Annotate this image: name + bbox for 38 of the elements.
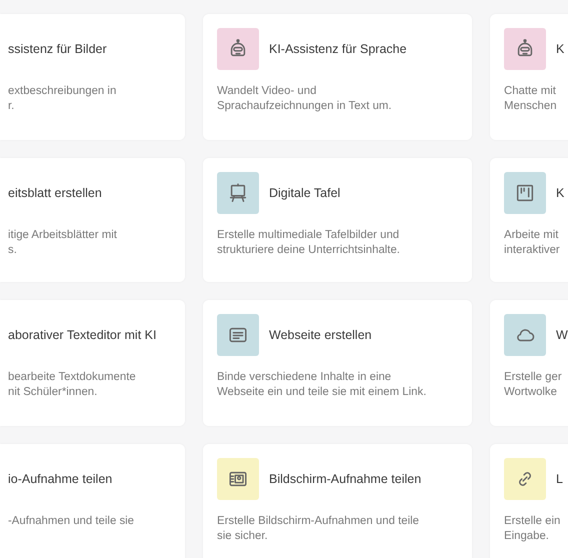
card-description: -Aufnahmen und teile sie: [8, 514, 136, 529]
tool-card[interactable]: W Erstelle ger Wortwolke: [490, 300, 568, 426]
card-description: Erstelle ein Eingabe.: [504, 514, 562, 544]
card-title: ssistenz für Bilder: [8, 42, 107, 56]
card-description: Wandelt Video- und Sprachaufzeichnungen in Text um.: [217, 84, 393, 114]
tool-card[interactable]: K Chatte mit Menschen: [490, 14, 568, 140]
card-description: Erstelle Bildschirm-Aufnahmen und teile sie sicher.: [217, 514, 420, 544]
card-description: Erstelle multimediale Tafelbilder und strukturiere deine Unterrichtsinhalte.: [217, 228, 401, 258]
tool-card[interactable]: L Erstelle ein Eingabe.: [490, 444, 568, 558]
tool-card[interactable]: ssistenz für Bilder extbeschreibungen in r.: [0, 14, 185, 140]
card-description: Erstelle ger Wortwolke: [504, 370, 563, 400]
card-description: extbeschreibungen in r.: [8, 84, 118, 114]
tool-card[interactable]: eitsblatt erstellen itige Arbeitsblätter mit s.: [0, 158, 185, 282]
tool-card[interactable]: K Arbeite mit interaktiver: [490, 158, 568, 282]
card-title: eitsblatt erstellen: [8, 186, 102, 200]
card-title: W: [556, 328, 568, 342]
card-title: K: [556, 42, 564, 56]
card-title: Webseite erstellen: [269, 328, 372, 342]
card-title: L: [556, 472, 563, 486]
tool-card[interactable]: Webseite erstellen Binde verschiedene Inhalte in eine Webseite ein und teile sie mit einem Link.: [203, 300, 472, 426]
tool-card[interactable]: io-Aufnahme teilen -Aufnahmen und teile sie: [0, 444, 185, 558]
card-description: Chatte mit Menschen: [504, 84, 558, 114]
easel-icon: [227, 182, 249, 204]
tool-card[interactable]: Digitale Tafel Erstelle multimediale Tafelbilder und strukturiere deine Unterrichtsinhalte.: [203, 158, 472, 282]
card-description: Binde verschiedene Inhalte in eine Webseite ein und teile sie mit einem Link.: [217, 370, 428, 400]
tool-card[interactable]: Bildschirm-Aufnahme teilen Erstelle Bildschirm-Aufnahmen und teile sie sicher.: [203, 444, 472, 558]
card-title: aborativer Texteditor mit KI: [8, 328, 156, 342]
card-title: KI-Assistenz für Sprache: [269, 42, 407, 56]
tool-card[interactable]: KI-Assistenz für Sprache Wandelt Video- und Sprachaufzeichnungen in Text um.: [203, 14, 472, 140]
tool-card[interactable]: aborativer Texteditor mit KI bearbeite Textdokumente nit Schüler*innen.: [0, 300, 185, 426]
card-description: itige Arbeitsblätter mit s.: [8, 228, 118, 258]
kanban-board-icon: [514, 182, 536, 204]
card-title: Digitale Tafel: [269, 186, 340, 200]
card-description: Arbeite mit interaktiver: [504, 228, 561, 258]
card-title: io-Aufnahme teilen: [8, 472, 112, 486]
card-title: K: [556, 186, 564, 200]
card-title: Bildschirm-Aufnahme teilen: [269, 472, 422, 486]
card-description: bearbeite Textdokumente nit Schüler*innen.: [8, 370, 137, 400]
